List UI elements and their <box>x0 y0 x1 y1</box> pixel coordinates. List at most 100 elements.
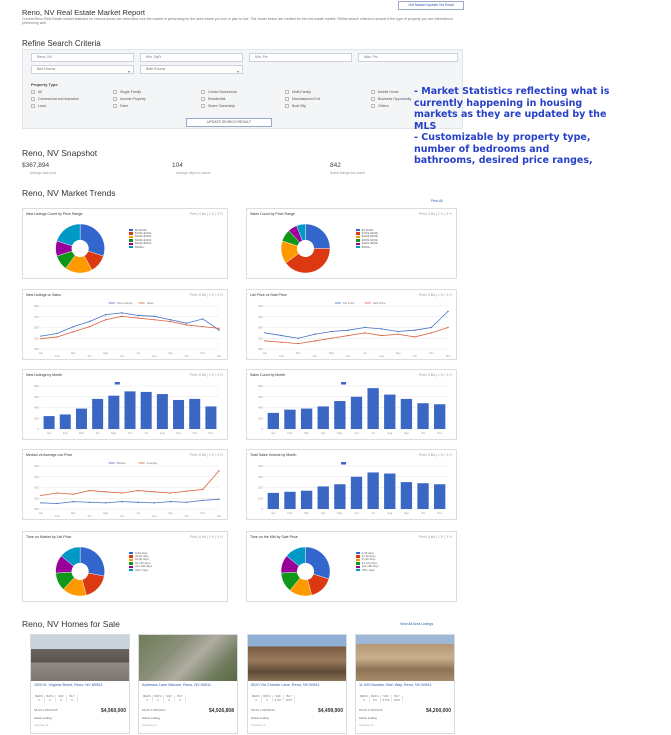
beds-select[interactable]: Bed Rooms ▾ <box>31 65 134 74</box>
data-point[interactable] <box>137 317 139 319</box>
listing-address[interactable]: 1000 N. Virginia Street, Reno, NV 89503 <box>34 683 119 688</box>
data-point[interactable] <box>414 329 416 331</box>
bar[interactable] <box>124 391 136 429</box>
property-type-checkbox[interactable]: Business Opportunity <box>371 97 411 102</box>
data-point[interactable] <box>105 491 107 493</box>
bar[interactable] <box>156 394 168 429</box>
bar[interactable] <box>384 394 396 429</box>
data-point[interactable] <box>72 325 75 328</box>
bar[interactable] <box>189 398 201 429</box>
data-point[interactable] <box>40 335 42 337</box>
listing-photo[interactable] <box>139 635 237 681</box>
chart-range-tools[interactable]: Print | 6 Mo | 1 Yr | 3 Yr <box>419 212 452 216</box>
bar[interactable] <box>367 388 379 429</box>
bar[interactable] <box>267 492 279 509</box>
data-point[interactable] <box>202 488 204 491</box>
data-point[interactable] <box>397 333 399 335</box>
data-point[interactable] <box>397 330 399 333</box>
data-point[interactable] <box>169 492 172 494</box>
data-point[interactable] <box>56 336 58 338</box>
data-point[interactable] <box>72 493 75 495</box>
update-search-button[interactable]: UPDATE SEARCH RESULT <box>186 118 272 127</box>
data-point[interactable] <box>202 325 204 328</box>
chart-range-tools[interactable]: Print | 6 Mo | 1 Yr | 3 Yr <box>190 212 223 216</box>
print-all-link[interactable]: Print All <box>431 199 443 203</box>
data-point[interactable] <box>297 337 299 339</box>
listing-address[interactable]: Addresss Lane Balcum, Reno, NV 89511 <box>142 683 227 688</box>
chart-range-tools[interactable]: Print | 6 Mo | 1 Yr | 3 Yr <box>190 293 223 297</box>
bar[interactable] <box>205 406 217 429</box>
series-line[interactable] <box>264 327 449 345</box>
property-type-checkbox[interactable]: Income Property <box>113 97 146 102</box>
bar[interactable] <box>59 414 71 429</box>
data-point[interactable] <box>121 312 123 314</box>
data-point[interactable] <box>88 489 91 492</box>
listing-card[interactable]: 11 500 Boulder Glen Way, Reno, NV 89511 B… <box>355 634 455 734</box>
data-point[interactable] <box>105 502 107 504</box>
data-point[interactable] <box>153 315 155 318</box>
data-point[interactable] <box>121 315 123 318</box>
data-point[interactable] <box>185 490 188 492</box>
data-point[interactable] <box>137 501 139 503</box>
checkbox-icon[interactable] <box>113 104 117 109</box>
data-point[interactable] <box>169 320 172 323</box>
data-point[interactable] <box>297 342 299 345</box>
data-point[interactable] <box>121 500 123 503</box>
bar[interactable] <box>173 399 185 429</box>
bar[interactable] <box>140 391 152 429</box>
data-point[interactable] <box>72 500 75 503</box>
data-point[interactable] <box>40 337 42 340</box>
property-type-checkbox[interactable]: Multi-Family <box>285 90 311 95</box>
data-point[interactable] <box>314 340 316 342</box>
chart-range-tools[interactable]: Print | 6 Mo | 1 Yr | 3 Yr <box>419 293 452 297</box>
data-point[interactable] <box>56 502 58 505</box>
data-point[interactable] <box>169 500 172 503</box>
data-point[interactable] <box>430 332 433 334</box>
bar[interactable] <box>43 416 55 429</box>
property-type-checkbox[interactable]: Boat Slip <box>285 104 306 109</box>
chart-range-tools[interactable]: Print | 6 Mo | 1 Yr | 3 Yr <box>190 453 223 457</box>
series-line[interactable] <box>40 312 220 337</box>
data-point[interactable] <box>447 310 449 313</box>
data-point[interactable] <box>330 330 333 333</box>
bar[interactable] <box>334 484 346 509</box>
series-line[interactable] <box>40 498 220 504</box>
checkbox-icon[interactable] <box>113 97 117 102</box>
checkbox-icon[interactable] <box>285 90 289 95</box>
listing-card[interactable]: 5020 Via Cherido Lane, Reno, NV 89511 BED… <box>247 634 347 734</box>
data-point[interactable] <box>88 320 91 323</box>
property-type-checkbox[interactable]: Single Family <box>113 90 141 95</box>
baths-select[interactable]: Bath Rooms ▾ <box>140 65 243 74</box>
checkbox-icon[interactable] <box>31 104 35 109</box>
property-type-checkbox[interactable]: Residential <box>201 97 225 102</box>
data-point[interactable] <box>202 499 204 502</box>
property-type-checkbox[interactable]: Land <box>31 104 46 109</box>
data-point[interactable] <box>153 491 155 493</box>
chart-range-tools[interactable]: Print | 6 Mo | 1 Yr | 3 Yr <box>419 535 452 539</box>
bar[interactable] <box>334 401 346 429</box>
bar[interactable] <box>300 408 313 429</box>
data-point[interactable] <box>218 470 220 472</box>
view-all-link[interactable]: View All Area Listings <box>400 622 433 626</box>
bar[interactable] <box>434 404 446 429</box>
listing-photo[interactable] <box>248 635 346 681</box>
data-point[interactable] <box>153 319 155 321</box>
checkbox-icon[interactable] <box>201 97 205 102</box>
bar[interactable] <box>350 396 363 429</box>
bar[interactable] <box>284 409 296 429</box>
data-point[interactable] <box>105 319 107 321</box>
checkbox-icon[interactable] <box>371 90 375 95</box>
data-point[interactable] <box>56 492 58 494</box>
data-point[interactable] <box>218 498 220 500</box>
listing-card[interactable]: Addresss Lane Balcum, Reno, NV 89511 BEDS… <box>138 634 238 734</box>
bar[interactable] <box>434 484 446 509</box>
data-point[interactable] <box>105 313 107 316</box>
data-point[interactable] <box>185 322 188 324</box>
property-type-checkbox[interactable]: Manufactured Full <box>285 97 320 102</box>
checkbox-icon[interactable] <box>201 90 205 95</box>
series-line[interactable] <box>40 470 220 496</box>
checkbox-icon[interactable] <box>285 97 289 102</box>
listing-address[interactable]: 11 500 Boulder Glen Way, Reno, NV 89511 <box>359 683 444 688</box>
data-point[interactable] <box>264 340 266 342</box>
data-point[interactable] <box>364 332 366 334</box>
